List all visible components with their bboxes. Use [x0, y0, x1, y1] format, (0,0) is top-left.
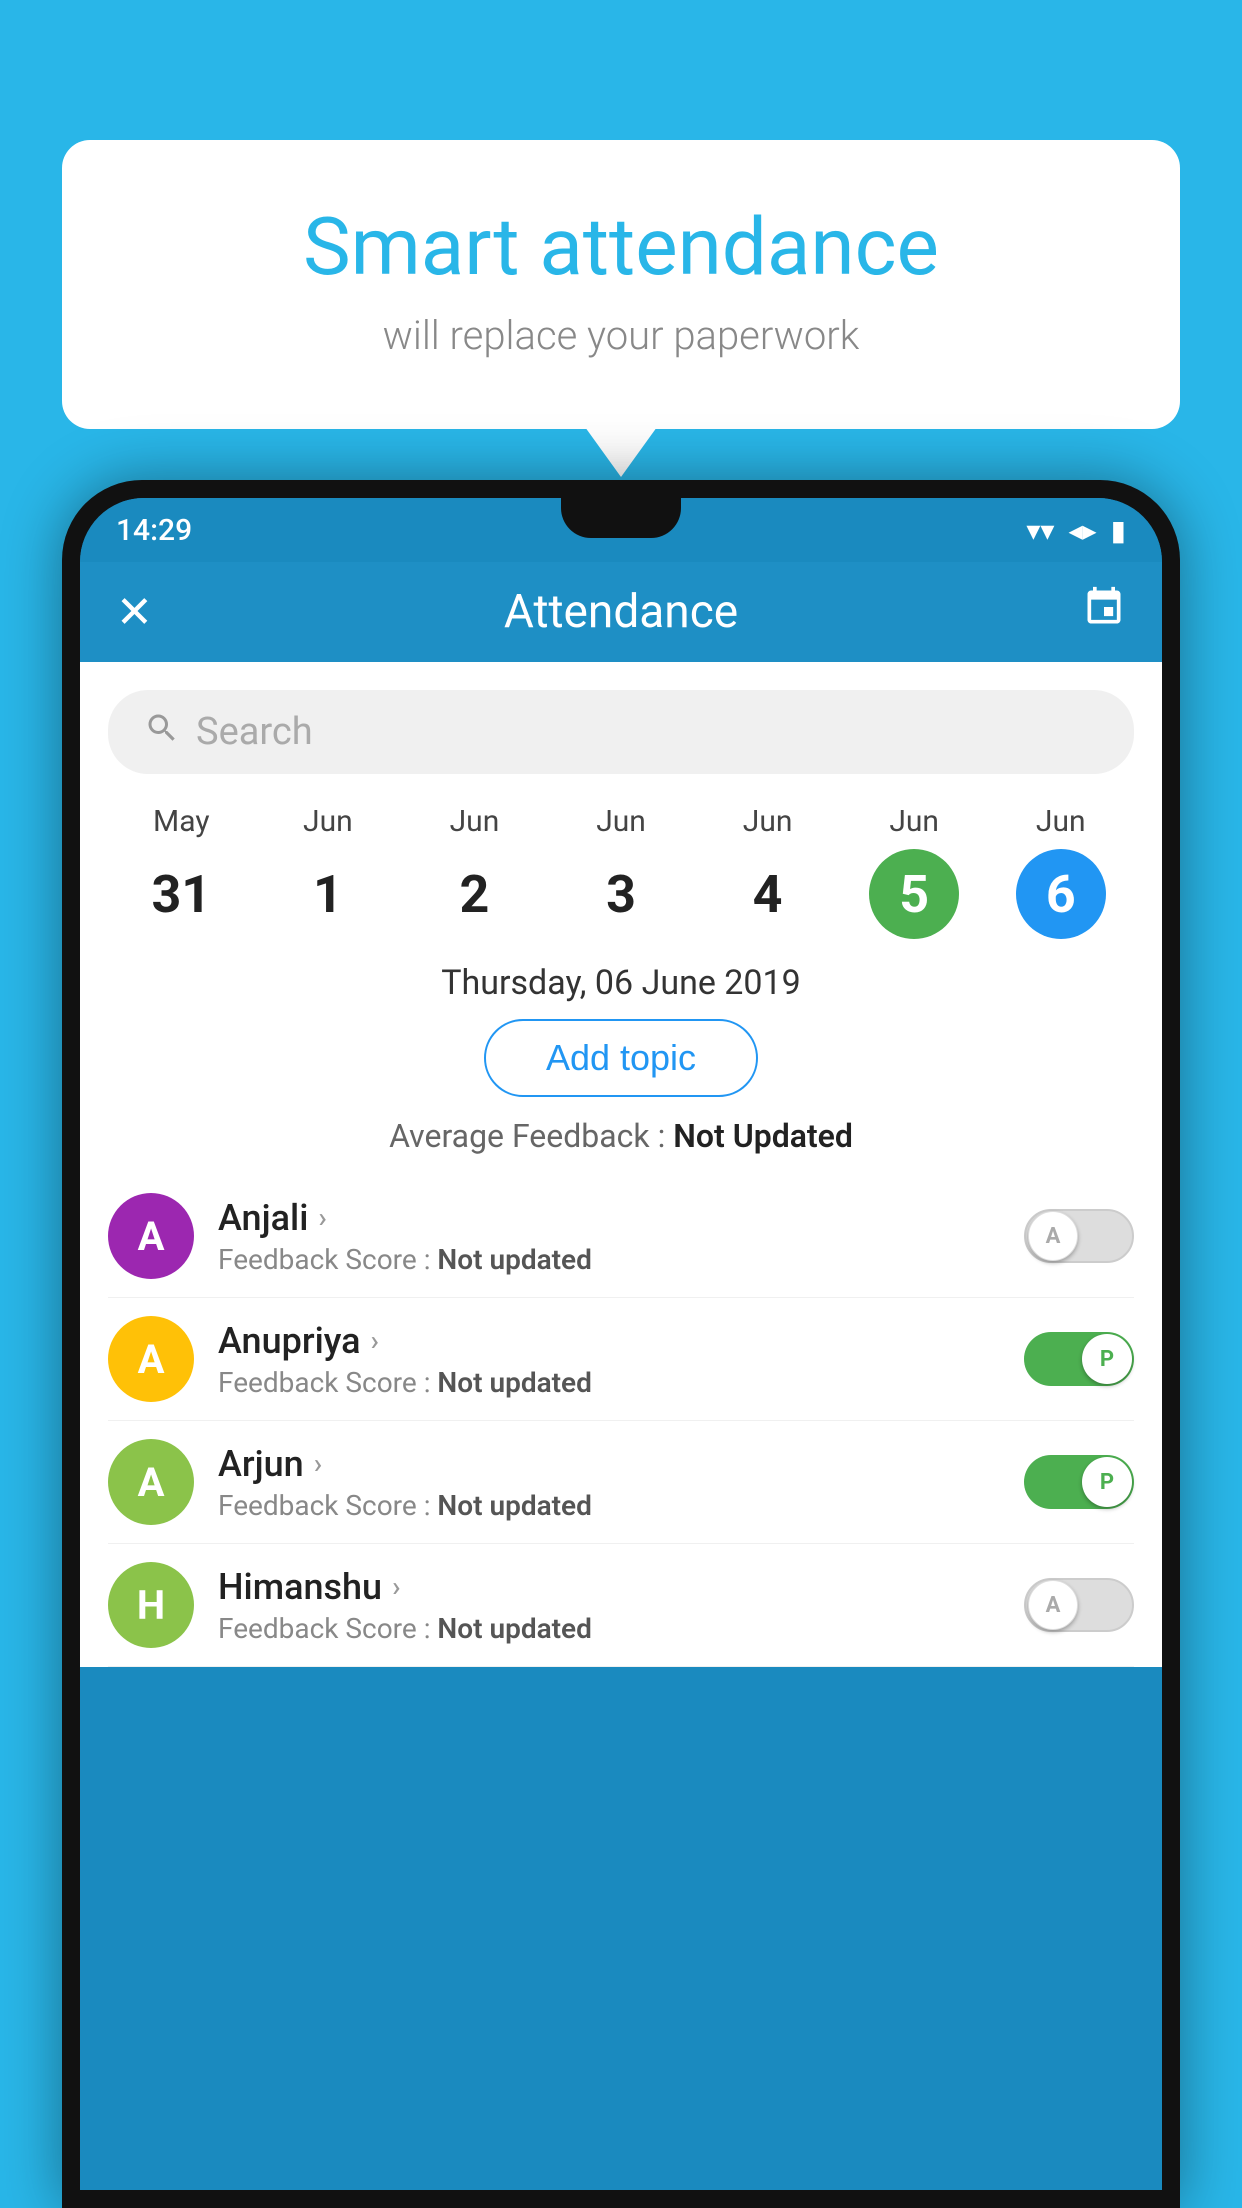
bubble-subtitle: will replace your paperwork — [142, 312, 1100, 359]
signal-icon: ◂▸ — [1068, 514, 1096, 547]
student-info: Himanshu › Feedback Score : Not updated — [218, 1566, 1000, 1645]
search-bar[interactable]: Search — [108, 690, 1134, 774]
cal-day-2[interactable]: Jun 2 — [401, 804, 548, 939]
list-item[interactable]: H Himanshu › Feedback Score : Not update… — [108, 1544, 1134, 1667]
calendar-row: May 31 Jun 1 Jun 2 Jun 3 Jun 4 — [80, 794, 1162, 939]
status-icons: ▾▾ ◂▸ ▮ — [1026, 514, 1126, 547]
student-info: Arjun › Feedback Score : Not updated — [218, 1443, 1000, 1522]
phone-inner: 14:29 ▾▾ ◂▸ ▮ ✕ Attendance — [80, 498, 1162, 2190]
notch — [561, 498, 681, 538]
avatar: A — [108, 1193, 194, 1279]
student-info: Anupriya › Feedback Score : Not updated — [218, 1320, 1000, 1399]
wifi-icon: ▾▾ — [1026, 514, 1054, 547]
add-topic-button[interactable]: Add topic — [484, 1019, 758, 1097]
app-bar: ✕ Attendance — [80, 562, 1162, 662]
avg-feedback-value: Not Updated — [673, 1117, 853, 1155]
student-name: Himanshu › — [218, 1566, 1000, 1608]
avatar: H — [108, 1562, 194, 1648]
chevron-right-icon: › — [314, 1447, 322, 1480]
cal-day-6[interactable]: Jun 6 — [987, 804, 1134, 939]
student-score: Feedback Score : Not updated — [218, 1489, 1000, 1522]
speech-bubble: Smart attendance will replace your paper… — [62, 140, 1180, 429]
avatar: A — [108, 1439, 194, 1525]
attendance-toggle[interactable]: P — [1024, 1455, 1134, 1509]
student-score: Feedback Score : Not updated — [218, 1612, 1000, 1645]
avg-feedback: Average Feedback : Not Updated — [80, 1117, 1162, 1155]
battery-icon: ▮ — [1111, 514, 1126, 547]
search-placeholder: Search — [196, 710, 313, 754]
cal-day-0[interactable]: May 31 — [108, 804, 255, 939]
calendar-button[interactable] — [1082, 585, 1126, 640]
list-item[interactable]: A Anupriya › Feedback Score : Not update… — [108, 1298, 1134, 1421]
content-area: Search May 31 Jun 1 Jun 2 Jun 3 — [80, 662, 1162, 1667]
cal-day-1[interactable]: Jun 1 — [255, 804, 402, 939]
avg-feedback-label: Average Feedback : — [389, 1117, 673, 1155]
chevron-right-icon: › — [371, 1324, 379, 1357]
student-name: Arjun › — [218, 1443, 1000, 1485]
status-bar: 14:29 ▾▾ ◂▸ ▮ — [80, 498, 1162, 562]
list-item[interactable]: A Arjun › Feedback Score : Not updated P — [108, 1421, 1134, 1544]
selected-date: Thursday, 06 June 2019 — [80, 963, 1162, 1003]
avatar: A — [108, 1316, 194, 1402]
cal-day-5[interactable]: Jun 5 — [841, 804, 988, 939]
student-score: Feedback Score : Not updated — [218, 1366, 1000, 1399]
student-name: Anupriya › — [218, 1320, 1000, 1362]
attendance-toggle[interactable]: A — [1024, 1209, 1134, 1263]
student-score: Feedback Score : Not updated — [218, 1243, 1000, 1276]
search-icon — [144, 710, 180, 755]
student-info: Anjali › Feedback Score : Not updated — [218, 1197, 1000, 1276]
close-button[interactable]: ✕ — [116, 586, 176, 638]
chevron-right-icon: › — [392, 1570, 400, 1603]
list-item[interactable]: A Anjali › Feedback Score : Not updated … — [108, 1175, 1134, 1298]
student-list: A Anjali › Feedback Score : Not updated … — [80, 1175, 1162, 1667]
app-title: Attendance — [176, 585, 1066, 639]
status-time: 14:29 — [116, 513, 192, 548]
phone-frame: 14:29 ▾▾ ◂▸ ▮ ✕ Attendance — [62, 480, 1180, 2208]
attendance-toggle[interactable]: A — [1024, 1578, 1134, 1632]
attendance-toggle[interactable]: P — [1024, 1332, 1134, 1386]
bubble-title: Smart attendance — [142, 200, 1100, 294]
student-name: Anjali › — [218, 1197, 1000, 1239]
speech-bubble-container: Smart attendance will replace your paper… — [62, 140, 1180, 429]
chevron-right-icon: › — [318, 1201, 326, 1234]
cal-day-3[interactable]: Jun 3 — [548, 804, 695, 939]
cal-day-4[interactable]: Jun 4 — [694, 804, 841, 939]
